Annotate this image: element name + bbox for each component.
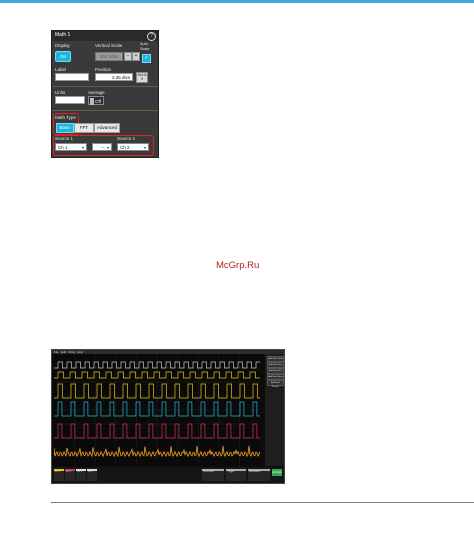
digital-trace	[54, 361, 260, 369]
average-value: Off	[95, 99, 101, 104]
math-config-panel: Math 1 ? Display On Vertical Scale 200 V…	[51, 30, 159, 158]
source2-value: Ch 2	[120, 145, 130, 150]
label-field-label: Label	[55, 67, 67, 72]
section-divider	[52, 86, 158, 87]
panel-header: Math 1 ?	[52, 31, 158, 41]
channel-badge-3[interactable]: Ch 3	[76, 469, 86, 481]
channel-badge-1[interactable]: Ch 1	[54, 469, 64, 481]
average-toggle[interactable]: Off	[88, 96, 104, 105]
horizontal-badge-label: Horizontal	[203, 471, 214, 473]
add-new-search-button[interactable]: Add New Search	[267, 380, 284, 388]
math-type-advanced[interactable]: Advanced	[94, 123, 120, 133]
channel-badge-label: Ch 2	[66, 471, 71, 473]
right-side-panel: Add New Math Add New Bus Add New Ref Add…	[265, 354, 284, 466]
scale-decrease-button[interactable]: –	[124, 52, 132, 61]
math-type-basic[interactable]: Basic	[56, 123, 74, 133]
panel-title: Math 1	[55, 32, 71, 38]
chevron-down-icon: ▾	[81, 145, 84, 150]
display-toggle[interactable]: On	[55, 51, 71, 62]
channel-badge-label: Ch 1	[55, 471, 60, 473]
trigger-badge-label: Trigger	[227, 471, 235, 473]
position-label: Position	[95, 67, 112, 72]
set-to-zero-button[interactable]: Set to 0	[136, 72, 148, 83]
channel-badge-4[interactable]: Ch 4	[87, 469, 97, 481]
source1-label: Source 1	[55, 136, 74, 141]
section-divider	[52, 110, 158, 111]
add-new-button[interactable]: Add New	[272, 469, 282, 476]
units-input[interactable]	[55, 96, 85, 104]
channel-badge-2[interactable]: Ch 2	[65, 469, 75, 481]
toggle-knob	[90, 98, 94, 105]
math-type-fft[interactable]: FFT	[74, 123, 94, 133]
help-icon[interactable]: ?	[147, 32, 156, 41]
source1-value: Ch 1	[58, 145, 68, 150]
math-type-label: Math Type	[55, 115, 76, 120]
position-input[interactable]: 2.26 divs	[95, 73, 133, 81]
page-divider-line	[51, 502, 474, 503]
operator-value: –	[101, 145, 105, 150]
channel-badge-label: Ch 4	[88, 471, 93, 473]
oscilloscope-screenshot: File Edit Utility Help Add New Math Add …	[51, 349, 285, 484]
top-accent-line	[0, 0, 474, 3]
chevron-down-icon: ▾	[106, 145, 109, 150]
auto-scale-checkbox[interactable]: ✓	[142, 54, 151, 63]
units-label: Units	[55, 90, 66, 95]
horizontal-badge[interactable]: Horizontal	[202, 469, 224, 481]
vertical-scale-label: Vertical Scale	[95, 43, 123, 48]
channel-badge-label: Ch 3	[77, 471, 82, 473]
auto-scale-label: Auto Scale	[140, 42, 150, 51]
acquisition-badge-label: Acquisition	[249, 471, 261, 473]
waveform-display[interactable]	[54, 354, 260, 466]
trigger-badge[interactable]: Trigger	[226, 469, 246, 481]
watermark-text: McGrp.Ru	[216, 260, 260, 271]
acquisition-badge[interactable]: Acquisition	[248, 469, 270, 481]
display-label: Display	[55, 43, 70, 48]
source2-select[interactable]: Ch 2 ▾	[117, 143, 149, 151]
source2-label: Source 2	[117, 136, 136, 141]
chevron-down-icon: ▾	[143, 145, 146, 150]
source1-select[interactable]: Ch 1 ▾	[55, 143, 87, 151]
label-input[interactable]	[55, 73, 89, 81]
vertical-scale-field[interactable]: 200 V/div	[95, 52, 123, 61]
operator-select[interactable]: – ▾	[92, 143, 112, 151]
scale-increase-button[interactable]: +	[132, 52, 140, 61]
average-label: Average	[88, 90, 105, 95]
settings-bar: Ch 1 Ch 2 Ch 3 Ch 4 Horizontal Trigger A…	[52, 467, 284, 483]
